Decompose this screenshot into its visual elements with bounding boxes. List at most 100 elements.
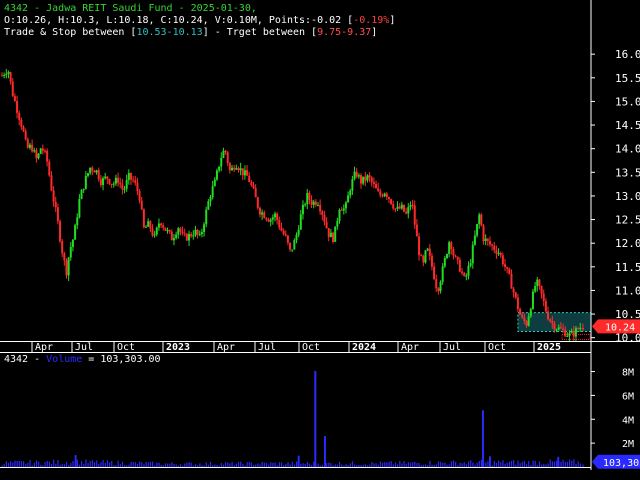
volume-bar: [485, 462, 487, 467]
time-tick-label: Oct: [488, 342, 506, 353]
price-tick-label: 16.0: [615, 48, 640, 61]
candle-body: [149, 221, 152, 229]
volume-bar: [534, 460, 536, 467]
volume-bar: [401, 463, 403, 467]
candle-body: [183, 233, 186, 235]
candle-body: [188, 234, 191, 241]
volume-bar: [192, 465, 195, 467]
volume-bar: [457, 465, 459, 467]
candle-body: [383, 193, 386, 197]
candle-body: [478, 214, 481, 224]
volume-bar: [308, 463, 311, 467]
candle-body: [108, 178, 111, 184]
time-tick-label: Apr: [401, 342, 419, 353]
volume-bar: [154, 465, 156, 467]
volume-bar: [199, 463, 201, 467]
candle-body: [97, 170, 100, 180]
price-tick-label: 12.5: [615, 214, 640, 227]
volume-bar: [119, 464, 121, 467]
volume-bar: [373, 463, 375, 467]
candle-body: [224, 150, 227, 153]
volume-name: Volume: [46, 354, 83, 365]
volume-bar: [397, 464, 399, 467]
price-tick-label: 12.0: [615, 237, 640, 250]
candle-body: [127, 172, 130, 180]
candle-body: [200, 231, 203, 235]
volume-bar: [14, 460, 16, 467]
volume-bar: [532, 460, 534, 467]
candle-body: [529, 308, 532, 317]
candle-body: [506, 266, 509, 269]
candle-body: [484, 238, 487, 242]
volume-bar: [72, 460, 74, 467]
candle-body: [564, 329, 567, 337]
candle-body: [424, 250, 427, 263]
volume-bar: [420, 465, 422, 467]
volume-bar: [242, 463, 244, 467]
volume-bar: [409, 462, 412, 467]
volume-bar: [33, 462, 35, 467]
candle-body: [400, 204, 403, 209]
change-percent: -0.19%: [353, 15, 390, 26]
volume-bar: [336, 464, 339, 467]
candle-body: [579, 327, 582, 329]
volume-bars: [1, 370, 584, 467]
volume-bar: [285, 463, 287, 467]
volume-bar: [255, 464, 257, 467]
volume-bar: [126, 465, 128, 467]
candle-body: [218, 166, 221, 171]
volume-bar: [50, 464, 53, 467]
candle-body: [402, 204, 405, 212]
price-tick-label: 15.5: [615, 72, 640, 85]
candle-body: [465, 275, 468, 277]
target-label: ] - Trget between [: [202, 27, 318, 38]
candle-body: [463, 272, 466, 276]
candle-body: [420, 255, 423, 257]
candle-body: [385, 193, 388, 198]
volume-bar: [31, 465, 33, 467]
volume-bar: [364, 464, 366, 467]
volume-bar: [448, 464, 450, 467]
volume-spike: [297, 455, 300, 467]
candle-body: [106, 176, 109, 179]
volume-spike: [74, 455, 77, 467]
volume-spike: [323, 435, 326, 467]
candle-body: [510, 273, 513, 289]
volume-bar: [388, 461, 390, 467]
time-tick-label: 2025: [537, 342, 561, 353]
volume-bar: [259, 464, 261, 467]
volume-bar: [296, 461, 298, 467]
volume-bar: [465, 464, 468, 467]
volume-bar: [132, 461, 134, 467]
price-tick-label: 10.0: [615, 332, 640, 345]
candle-body: [469, 263, 472, 266]
volume-bar: [117, 460, 119, 467]
volume-bar: [360, 465, 362, 467]
candle-body: [263, 212, 266, 219]
volume-bar: [549, 459, 551, 467]
candle-body: [65, 260, 68, 276]
volume-bar: [248, 461, 250, 467]
candle-body: [252, 185, 255, 189]
candle-body: [117, 177, 120, 183]
candle-body: [516, 297, 519, 310]
volume-bar: [407, 462, 409, 467]
candle-body: [179, 228, 182, 232]
volume-bar: [59, 464, 61, 467]
volume-bar: [433, 464, 435, 467]
volume-bar: [530, 465, 532, 467]
candle-body: [574, 328, 577, 337]
volume-bar: [216, 464, 218, 467]
volume-bar: [332, 465, 334, 467]
candle-body: [74, 225, 77, 240]
candle-body: [164, 227, 167, 231]
candle-body: [497, 252, 500, 254]
volume-bar: [573, 459, 575, 467]
volume-bar: [83, 463, 85, 467]
candle-body: [488, 240, 491, 245]
volume-bar: [416, 463, 418, 467]
volume-bar: [63, 464, 66, 467]
volume-bar: [317, 463, 319, 467]
volume-bar: [577, 461, 579, 467]
volume-bar: [87, 463, 89, 467]
